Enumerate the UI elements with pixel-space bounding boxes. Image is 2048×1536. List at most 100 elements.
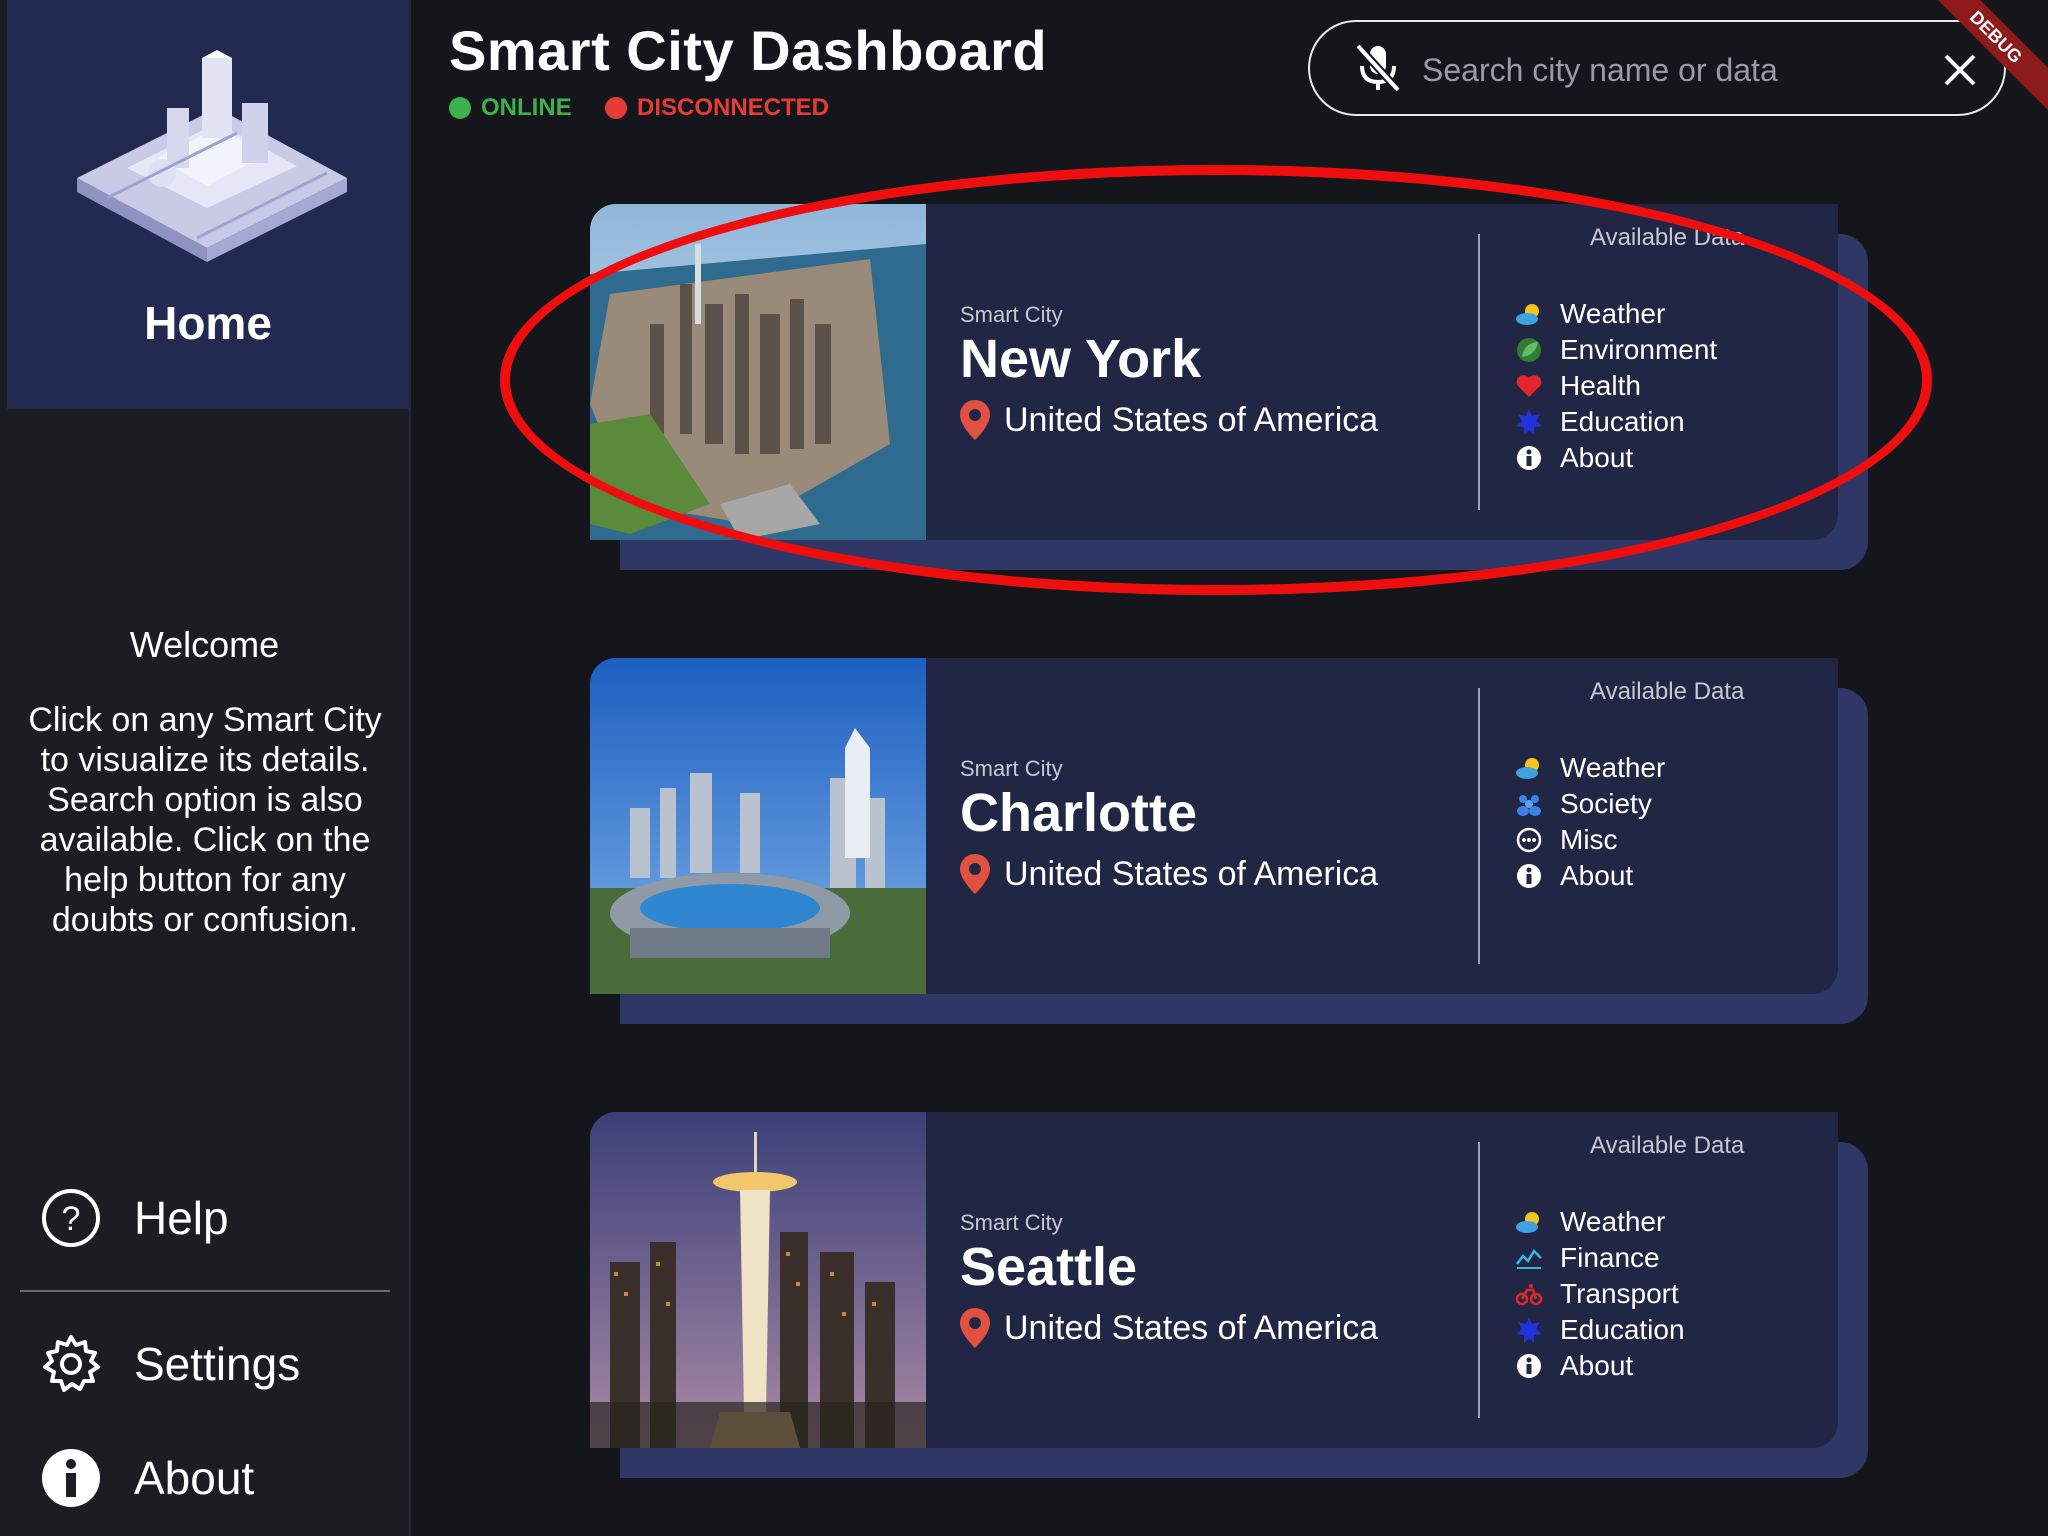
- available-data-label: Available Data: [1590, 678, 1745, 705]
- card-subtitle: Smart City: [960, 756, 1063, 781]
- city-card-charlotte[interactable]: Smart City Charlotte United States of Am…: [590, 658, 1870, 1028]
- location-pin-icon: [960, 1308, 990, 1348]
- city-name: Charlotte: [960, 783, 1198, 843]
- gear-icon: [36, 1329, 106, 1399]
- card-subtitle: Smart City: [960, 1210, 1063, 1235]
- welcome-title: Welcome: [129, 624, 280, 665]
- data-item-transport[interactable]: Transport: [1514, 1276, 1685, 1312]
- data-item-label: Transport: [1560, 1278, 1679, 1309]
- data-item-misc[interactable]: Misc: [1514, 822, 1665, 858]
- home-label[interactable]: Home: [7, 296, 409, 350]
- data-item-education[interactable]: Education: [1514, 1312, 1685, 1348]
- data-item-weather[interactable]: Weather: [1514, 1204, 1685, 1240]
- data-item-weather[interactable]: Weather: [1514, 750, 1665, 786]
- status-disconnected-label: DISCONNECTED: [637, 94, 830, 121]
- health-icon: [1514, 371, 1544, 401]
- status-online-label: ONLINE: [481, 94, 572, 121]
- search-bar: [1308, 20, 2006, 116]
- data-item-about[interactable]: About: [1514, 858, 1665, 894]
- seattle-photo: [590, 1112, 926, 1448]
- card-subtitle: Smart City: [960, 302, 1063, 327]
- data-item-label: Society: [1560, 788, 1652, 819]
- card-divider: [1478, 688, 1480, 964]
- about-label: About: [134, 1452, 255, 1504]
- city-card-new-york[interactable]: Smart City New York United States of Ame…: [590, 204, 1870, 574]
- finance-icon: [1514, 1243, 1544, 1273]
- card-body: Smart City Seattle United States of Amer…: [590, 1112, 1838, 1448]
- location-pin-icon: [960, 854, 990, 894]
- disconnected-dot: [605, 97, 627, 119]
- data-item-label: About: [1560, 442, 1634, 473]
- about-button[interactable]: About: [36, 1443, 376, 1513]
- environment-icon: [1514, 335, 1544, 365]
- data-item-label: About: [1560, 860, 1634, 891]
- city-country: United States of America: [960, 1308, 1378, 1348]
- country-label: United States of America: [1004, 400, 1379, 439]
- info-icon: [36, 1443, 106, 1513]
- society-icon: [1514, 789, 1544, 819]
- country-label: United States of America: [1004, 1308, 1379, 1347]
- mic-off-icon[interactable]: [1350, 40, 1406, 96]
- help-icon: ?: [36, 1183, 106, 1253]
- help-button[interactable]: ? Help: [36, 1183, 376, 1253]
- card-divider: [1478, 1142, 1480, 1418]
- data-item-health[interactable]: Health: [1514, 368, 1717, 404]
- data-item-label: Weather: [1560, 1206, 1666, 1237]
- data-list: Weather Finance Transport Education Abou…: [1514, 1204, 1685, 1384]
- data-item-label: Education: [1560, 406, 1685, 437]
- sidebar: Home Welcome Click on any Smart City to …: [0, 0, 411, 1536]
- new-york-photo: [590, 204, 926, 540]
- welcome-text: Click on any Smart City to visualize its…: [28, 701, 382, 939]
- data-item-label: Weather: [1560, 298, 1666, 329]
- info-icon: [1514, 861, 1544, 891]
- data-item-label: Weather: [1560, 752, 1666, 783]
- info-icon: [1514, 443, 1544, 473]
- settings-button[interactable]: Settings: [36, 1329, 376, 1399]
- weather-icon: [1514, 753, 1544, 783]
- city-card-seattle[interactable]: Smart City Seattle United States of Amer…: [590, 1112, 1870, 1482]
- svg-text:?: ?: [62, 1200, 81, 1238]
- available-data-label: Available Data: [1590, 224, 1745, 251]
- data-list: Weather Society Misc About: [1514, 750, 1665, 894]
- location-pin-icon: [960, 400, 990, 440]
- sidebar-home-header[interactable]: Home: [7, 0, 409, 409]
- card-divider: [1478, 234, 1480, 510]
- data-item-about[interactable]: About: [1514, 440, 1717, 476]
- city-country: United States of America: [960, 400, 1378, 440]
- misc-icon: [1514, 825, 1544, 855]
- charlotte-photo: [590, 658, 926, 994]
- transport-icon: [1514, 1279, 1544, 1309]
- data-item-about[interactable]: About: [1514, 1348, 1685, 1384]
- available-data-label: Available Data: [1590, 1132, 1745, 1159]
- city-name: Seattle: [960, 1237, 1138, 1297]
- data-item-education[interactable]: Education: [1514, 404, 1717, 440]
- data-item-label: Environment: [1560, 334, 1718, 365]
- data-item-label: Health: [1560, 370, 1641, 401]
- close-icon[interactable]: [1936, 46, 1984, 94]
- data-item-label: Education: [1560, 1314, 1685, 1345]
- city-name: New York: [960, 329, 1202, 389]
- data-item-society[interactable]: Society: [1514, 786, 1665, 822]
- country-label: United States of America: [1004, 854, 1379, 893]
- info-icon: [1514, 1351, 1544, 1381]
- data-item-label: Finance: [1560, 1242, 1660, 1273]
- data-item-finance[interactable]: Finance: [1514, 1240, 1685, 1276]
- weather-icon: [1514, 299, 1544, 329]
- education-icon: [1514, 1315, 1544, 1345]
- status-online: ONLINE: [449, 94, 572, 122]
- status-disconnected: DISCONNECTED: [605, 94, 829, 122]
- search-input[interactable]: [1420, 44, 1904, 96]
- card-body: Smart City Charlotte United States of Am…: [590, 658, 1838, 994]
- data-item-weather[interactable]: Weather: [1514, 296, 1717, 332]
- data-item-label: About: [1560, 1350, 1634, 1381]
- data-item-label: Misc: [1560, 824, 1618, 855]
- city-country: United States of America: [960, 854, 1378, 894]
- data-list: Weather Environment Health Education Abo…: [1514, 296, 1717, 476]
- card-body: Smart City New York United States of Ame…: [590, 204, 1838, 540]
- city-logo: [77, 50, 347, 262]
- education-icon: [1514, 407, 1544, 437]
- page-title: Smart City Dashboard: [449, 19, 1048, 82]
- data-item-environment[interactable]: Environment: [1514, 332, 1717, 368]
- weather-icon: [1514, 1207, 1544, 1237]
- online-dot: [449, 97, 471, 119]
